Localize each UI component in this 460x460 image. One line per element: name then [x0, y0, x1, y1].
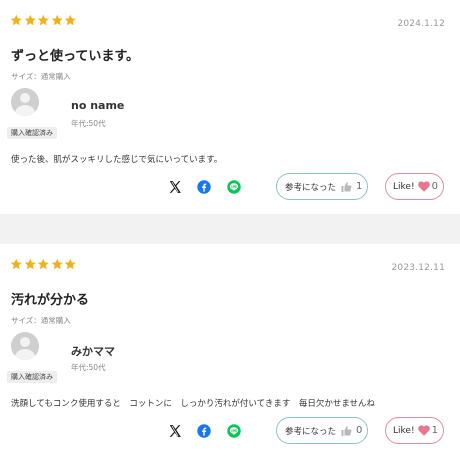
verified-purchase-badge: 購入確認済み — [7, 371, 57, 383]
rating-stars — [10, 14, 77, 30]
review-date: 2024.1.12 — [397, 19, 445, 29]
like-button[interactable]: Like! 0 — [385, 173, 444, 200]
purchase-size: サイズ：通常購入 — [11, 316, 71, 325]
user-avatar-icon — [11, 88, 39, 116]
facebook-icon[interactable] — [197, 424, 211, 438]
helpful-label: 参考になった — [285, 182, 337, 193]
review-body: 使った後、肌がスッキリした感じで気にいっています。 — [11, 155, 223, 165]
section-divider — [0, 214, 460, 244]
helpful-button[interactable]: 参考になった 0 — [276, 417, 368, 444]
star-icon — [37, 14, 49, 26]
line-icon[interactable] — [227, 180, 241, 194]
like-count: 0 — [431, 181, 438, 192]
thumbs-up-icon — [341, 181, 352, 192]
reviewer-age: 年代:50代 — [71, 363, 106, 372]
line-icon[interactable] — [227, 424, 241, 438]
star-icon — [51, 14, 63, 26]
rating-stars — [10, 258, 77, 274]
x-logo-icon[interactable] — [168, 180, 182, 194]
star-icon — [10, 258, 22, 270]
helpful-count: 0 — [356, 425, 363, 436]
helpful-label: 参考になった — [285, 426, 337, 437]
review-date: 2023.12.11 — [391, 263, 445, 273]
star-icon — [10, 14, 22, 26]
user-avatar-icon — [11, 332, 39, 360]
purchase-size: サイズ：通常購入 — [11, 72, 71, 81]
review-title: ずっと使っています。 — [11, 49, 140, 64]
heart-icon — [417, 181, 430, 192]
review-body: 洗顔してもコンク使用すると コットンに しっかり汚れが付いてきます 毎日欠かせま… — [11, 399, 376, 409]
heart-icon — [417, 425, 430, 436]
reviewer-name: みかママ — [71, 345, 115, 358]
helpful-button[interactable]: 参考になった 1 — [276, 173, 368, 200]
verified-purchase-badge: 購入確認済み — [7, 127, 57, 139]
helpful-count: 1 — [356, 181, 363, 192]
review-card: 2023.12.11 汚れが分かる サイズ：通常購入 みかママ 年代:50代 購… — [0, 244, 460, 460]
like-count: 1 — [431, 425, 438, 436]
like-button[interactable]: Like! 1 — [385, 417, 444, 444]
star-icon — [24, 258, 36, 270]
reviewer-age: 年代:50代 — [71, 119, 106, 128]
star-icon — [64, 14, 76, 26]
like-label: Like! — [393, 181, 415, 192]
star-icon — [24, 14, 36, 26]
star-icon — [37, 258, 49, 270]
star-icon — [51, 258, 63, 270]
reviewer-name: no name — [71, 99, 125, 112]
star-icon — [64, 258, 76, 270]
like-label: Like! — [393, 425, 415, 436]
x-logo-icon[interactable] — [168, 424, 182, 438]
thumbs-up-icon — [341, 425, 352, 436]
review-card: 2024.1.12 ずっと使っています。 サイズ：通常購入 no name 年代… — [0, 0, 460, 214]
review-title: 汚れが分かる — [11, 293, 90, 308]
facebook-icon[interactable] — [197, 180, 211, 194]
